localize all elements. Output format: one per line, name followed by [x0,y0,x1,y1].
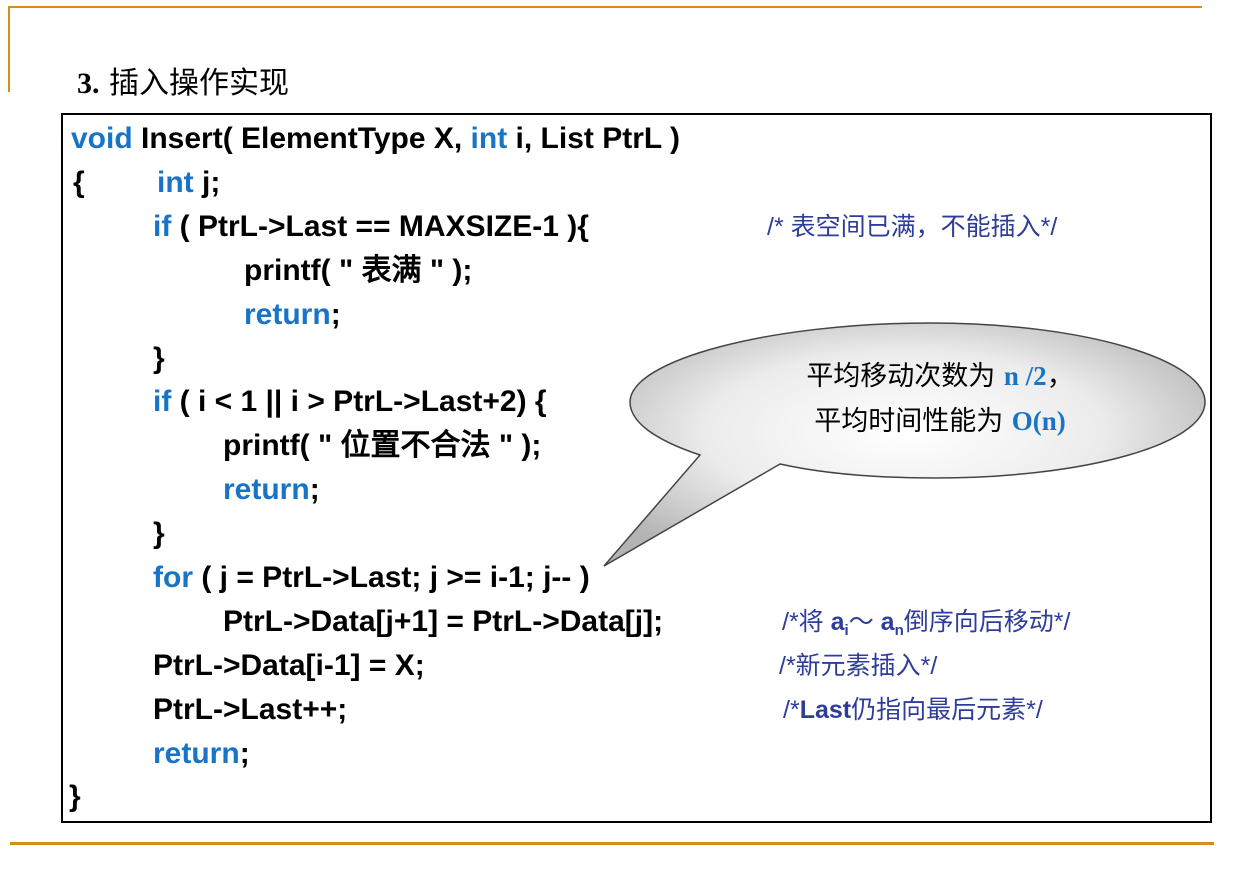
comment-insert: /*新元素插入*/ [779,652,938,680]
code-text: j; [193,166,221,199]
callout-line-2: 平均时间性能为 O(n) [814,406,1066,437]
code-block: void Insert( ElementType X, int i, List … [61,113,1212,823]
code-text: PtrL->Data[j+1] = PtrL->Data[j]; [223,605,664,638]
code-line-13: PtrL->Data[i-1] = X; [153,648,425,684]
keyword: void [71,122,133,155]
code-line-14: PtrL->Last++; [153,692,347,728]
code-line-15: return; [153,736,250,772]
code-line-6: } [153,341,165,377]
code-text: PtrL->Data[i-1] = X; [153,649,425,682]
code-line-10: } [153,516,165,552]
comment-move: /*将 ai～ an倒序向后移动*/ [782,608,1071,639]
section-title-text: 插入操作实现 [109,66,290,101]
comment-full: /* 表空间已满，不能插入*/ [767,213,1058,241]
code-text: ; [239,737,250,770]
code-line-4: printf( " 表满 " ); [244,253,472,289]
code-text: } [69,780,81,813]
code-line-11: for ( j = PtrL->Last; j >= i-1; j-- ) [153,560,590,596]
code-text: ; [309,473,320,506]
keyword: if [153,385,172,418]
code-line-5: return; [244,297,341,333]
code-line-7: if ( i < 1 || i > PtrL->Last+2) { [153,384,547,420]
code-line-16: } [69,779,81,815]
code-text: i, List PtrL ) [507,122,680,155]
code-text: printf( " 表满 " ); [244,254,473,287]
code-line-8: printf( " 位置不合法 " ); [223,428,541,464]
code-text: printf( " 位置不合法 " ); [223,429,542,462]
top-rule [10,6,1202,8]
section-number: 3. [77,67,100,100]
keyword: return [223,473,310,506]
keyword: if [153,210,172,243]
code-text: ( i < 1 || i > PtrL->Last+2) { [171,385,547,418]
code-line-2: { [73,165,85,201]
code-line-12: PtrL->Data[j+1] = PtrL->Data[j]; [223,604,663,640]
keyword: return [244,298,331,331]
keyword: int [157,166,194,199]
code-line-3: if ( PtrL->Last == MAXSIZE-1 ){ [153,209,589,245]
bottom-rule [10,842,1214,845]
code-line-9: return; [223,472,320,508]
code-text: PtrL->Last++; [153,693,348,726]
callout-line-1: 平均移动次数为 n /2， [806,361,1074,392]
code-text: } [153,517,165,550]
code-text: } [153,342,165,375]
comment-last: /*Last仍指向最后元素*/ [783,696,1043,724]
code-text: ( PtrL->Last == MAXSIZE-1 ){ [171,210,589,243]
keyword: return [153,737,240,770]
code-line-1: void Insert( ElementType X, int i, List … [71,121,680,157]
callout-text: 平均移动次数为 n /2， 平均时间性能为 O(n) [700,354,1180,444]
section-title: 3. 插入操作实现 [77,58,289,102]
code-line-2b: int j; [157,165,220,201]
code-text: Insert( ElementType X, [132,122,471,155]
keyword: int [470,122,508,155]
code-text: { [73,166,85,199]
keyword: for [153,561,193,594]
code-text: ( j = PtrL->Last; j >= i-1; j-- ) [193,561,590,594]
code-text: ; [330,298,341,331]
left-rule [8,6,10,92]
